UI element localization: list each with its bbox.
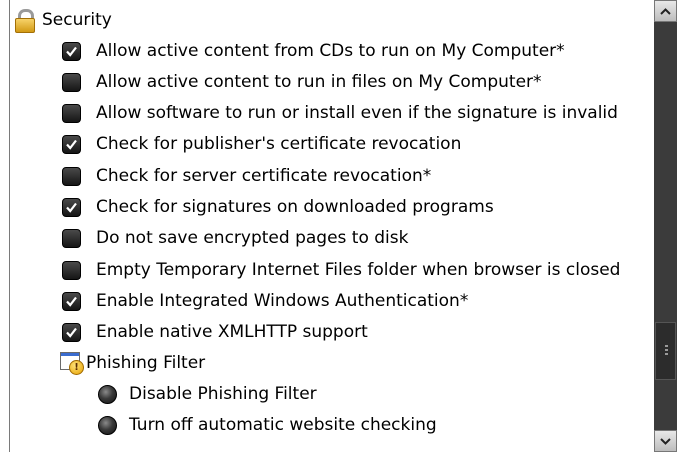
checkbox-unchecked[interactable] — [62, 166, 81, 186]
phishing-filter-icon: ! — [60, 352, 84, 375]
radio-button[interactable] — [98, 415, 117, 435]
scroll-up-button[interactable] — [654, 0, 677, 22]
radio-button[interactable] — [98, 384, 117, 404]
settings-list: Security Allow active content from CDs t… — [10, 0, 654, 452]
option-label: Enable Integrated Windows Authentication… — [96, 291, 469, 311]
checkbox-checked[interactable] — [62, 197, 81, 217]
checkbox-checked[interactable] — [62, 134, 81, 154]
phishing-filter-heading: ! Phishing Filter — [60, 348, 205, 378]
checkbox-unchecked[interactable] — [62, 260, 81, 280]
option-label: Check for publisher's certificate revoca… — [96, 134, 462, 154]
option-label: Check for server certificate revocation* — [96, 166, 432, 186]
option-label: Allow active content from CDs to run on … — [96, 41, 565, 61]
checkbox-checked[interactable] — [62, 322, 81, 342]
scroll-down-button[interactable] — [654, 430, 677, 452]
settings-tree-view: Security Allow active content from CDs t… — [0, 0, 677, 452]
option-label: Allow active content to run in files on … — [96, 72, 542, 92]
checkbox-checked[interactable] — [62, 41, 81, 61]
checkbox-unchecked[interactable] — [62, 72, 81, 92]
option-label: Empty Temporary Internet Files folder wh… — [96, 260, 621, 280]
chevron-up-icon — [660, 7, 671, 15]
option-label: Allow software to run or install even if… — [96, 103, 618, 123]
option-allow-active-content-cds[interactable]: Allow active content from CDs to run on … — [62, 36, 565, 66]
padlock-icon — [14, 8, 35, 33]
option-empty-temp-files[interactable]: Empty Temporary Internet Files folder wh… — [62, 255, 620, 285]
radio-disable-phishing-filter[interactable]: Disable Phishing Filter — [98, 379, 317, 409]
security-heading: Security — [14, 5, 112, 35]
radio-label: Turn off automatic website checking — [129, 415, 437, 435]
option-enable-windows-auth[interactable]: Enable Integrated Windows Authentication… — [62, 286, 468, 316]
option-do-not-save-encrypted[interactable]: Do not save encrypted pages to disk — [62, 223, 408, 253]
checkbox-unchecked[interactable] — [62, 228, 81, 248]
checkbox-checked[interactable] — [62, 291, 81, 311]
option-check-publisher-revocation[interactable]: Check for publisher's certificate revoca… — [62, 129, 461, 159]
option-allow-software-invalid-signature[interactable]: Allow software to run or install even if… — [62, 98, 618, 128]
option-label: Enable native XMLHTTP support — [96, 322, 368, 342]
checkbox-unchecked[interactable] — [62, 103, 81, 123]
option-allow-active-content-files[interactable]: Allow active content to run in files on … — [62, 67, 542, 97]
option-enable-native-xmlhttp[interactable]: Enable native XMLHTTP support — [62, 317, 368, 347]
scrollbar-thumb[interactable] — [655, 322, 676, 380]
chevron-down-icon — [660, 437, 671, 445]
option-check-signatures-downloads[interactable]: Check for signatures on downloaded progr… — [62, 192, 494, 222]
radio-label: Disable Phishing Filter — [129, 384, 317, 404]
option-check-server-revocation[interactable]: Check for server certificate revocation* — [62, 161, 431, 191]
phishing-filter-label: Phishing Filter — [86, 353, 206, 373]
option-label: Check for signatures on downloaded progr… — [96, 197, 494, 217]
vertical-scrollbar[interactable] — [654, 0, 677, 452]
option-label: Do not save encrypted pages to disk — [96, 228, 409, 248]
radio-turn-off-auto-checking[interactable]: Turn off automatic website checking — [98, 410, 437, 440]
security-heading-label: Security — [42, 10, 112, 30]
grip-icon — [665, 345, 668, 357]
